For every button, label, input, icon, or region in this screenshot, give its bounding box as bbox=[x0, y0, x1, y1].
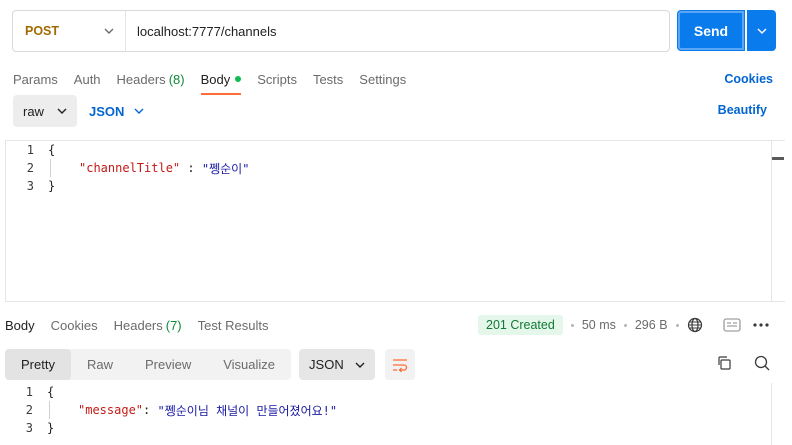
search-icon[interactable] bbox=[754, 355, 770, 371]
response-time[interactable]: 50 ms bbox=[582, 318, 616, 332]
response-format-value: JSON bbox=[309, 357, 344, 372]
tab-label: Test Results bbox=[197, 317, 269, 333]
line-number: 2 bbox=[25, 403, 33, 417]
chevron-down-icon bbox=[99, 28, 119, 34]
wrap-lines-icon bbox=[393, 358, 408, 372]
line-number: 1 bbox=[25, 385, 33, 399]
close-brace: } bbox=[47, 421, 55, 435]
chevron-down-icon bbox=[757, 28, 766, 34]
tab-scripts[interactable]: Scripts bbox=[257, 68, 297, 90]
url-input[interactable]: localhost:7777/channels bbox=[126, 24, 669, 39]
chevron-down-icon bbox=[355, 362, 365, 368]
body-format-value: JSON bbox=[89, 103, 125, 119]
response-actions bbox=[716, 355, 770, 371]
tab-response-body[interactable]: Body bbox=[5, 317, 35, 333]
tab-params[interactable]: Params bbox=[13, 68, 58, 90]
line-number: 3 bbox=[26, 179, 34, 193]
json-key: "message" bbox=[78, 403, 144, 417]
indent-guide bbox=[49, 401, 78, 419]
body-format-select[interactable]: JSON bbox=[89, 104, 144, 119]
tab-label: Body bbox=[5, 317, 35, 333]
body-indicator-dot bbox=[235, 76, 242, 82]
tab-label: Cookies bbox=[50, 317, 98, 333]
body-type-select[interactable]: raw bbox=[13, 95, 77, 127]
tab-response-headers[interactable]: Headers (7) bbox=[113, 317, 182, 333]
more-options-icon[interactable] bbox=[752, 323, 769, 327]
separator-dot bbox=[623, 323, 627, 327]
code-line: 2 "message" : "쩽순이님 채널이 만들어졌어요!" bbox=[5, 401, 785, 419]
send-options-button[interactable] bbox=[747, 10, 776, 51]
view-option-preview[interactable]: Preview bbox=[129, 349, 207, 380]
tab-label: Auth bbox=[73, 71, 101, 87]
tab-label: Settings bbox=[359, 71, 407, 87]
send-group: Send bbox=[677, 10, 776, 51]
tab-label: Body bbox=[200, 71, 231, 87]
tab-response-cookies[interactable]: Cookies bbox=[50, 317, 98, 333]
tab-headers[interactable]: Headers (8) bbox=[117, 68, 185, 90]
response-format-select[interactable]: JSON bbox=[299, 349, 376, 380]
code-line: 1 { bbox=[5, 383, 785, 401]
request-tabs: Params Auth Headers (8) Body Scripts Test… bbox=[13, 68, 422, 95]
open-brace: { bbox=[47, 385, 55, 399]
json-value: "쩽순이" bbox=[201, 161, 250, 176]
save-response-icon[interactable] bbox=[722, 318, 741, 332]
code-line: 3 } bbox=[6, 177, 785, 195]
cookies-link[interactable]: Cookies bbox=[724, 68, 773, 90]
json-colon: : bbox=[180, 161, 202, 175]
response-view-row: Pretty Raw Preview Visualize JSON bbox=[5, 349, 416, 380]
indent-guide bbox=[50, 159, 79, 177]
beautify-button[interactable]: Beautify bbox=[718, 103, 767, 117]
separator-dot bbox=[675, 323, 679, 327]
line-number: 2 bbox=[26, 161, 34, 175]
tab-body[interactable]: Body bbox=[200, 68, 242, 95]
code-line: 3 } bbox=[5, 419, 785, 437]
json-colon: : bbox=[143, 403, 158, 417]
send-button[interactable]: Send bbox=[677, 10, 745, 51]
request-url-bar: POST localhost:7777/channels bbox=[12, 10, 670, 52]
chevron-down-icon bbox=[57, 108, 67, 114]
response-status-area: 201 Created 50 ms 296 B bbox=[478, 315, 769, 335]
response-tabs: Body Cookies Headers (7) Test Results bbox=[5, 317, 284, 333]
view-option-visualize[interactable]: Visualize bbox=[207, 349, 291, 380]
response-body-viewer[interactable]: 1 { 2 "message" : "쩽순이님 채널이 만들어졌어요!" 3 } bbox=[5, 383, 785, 445]
globe-icon[interactable] bbox=[687, 317, 703, 333]
status-badge[interactable]: 201 Created bbox=[478, 315, 563, 335]
view-option-pretty[interactable]: Pretty bbox=[5, 349, 71, 380]
view-option-raw[interactable]: Raw bbox=[71, 349, 129, 380]
request-body-editor[interactable]: 1 { 2 "channelTitle" : "쩽순이" 3 } bbox=[5, 140, 785, 302]
method-select[interactable]: POST bbox=[13, 11, 126, 51]
line-number: 1 bbox=[26, 143, 34, 157]
scrollbar-thumb[interactable] bbox=[772, 157, 784, 160]
tab-tests[interactable]: Tests bbox=[313, 68, 343, 90]
response-view-toggle: Pretty Raw Preview Visualize bbox=[5, 349, 292, 380]
tab-settings[interactable]: Settings bbox=[359, 68, 406, 90]
separator-dot bbox=[570, 323, 574, 327]
method-value: POST bbox=[25, 24, 60, 38]
line-number: 3 bbox=[25, 421, 33, 435]
response-scrollbar[interactable] bbox=[771, 383, 785, 445]
open-brace: { bbox=[48, 143, 56, 157]
body-mode-row: raw JSON bbox=[13, 95, 144, 127]
close-brace: } bbox=[48, 179, 56, 193]
editor-scrollbar[interactable] bbox=[771, 141, 785, 301]
json-key: "channelTitle" bbox=[79, 161, 181, 175]
tab-auth[interactable]: Auth bbox=[74, 68, 101, 90]
headers-count: (7) bbox=[165, 317, 182, 333]
code-line: 2 "channelTitle" : "쩽순이" bbox=[6, 159, 785, 177]
json-value: "쩽순이님 채널이 만들어졌어요!" bbox=[157, 403, 338, 418]
body-type-value: raw bbox=[23, 103, 44, 119]
chevron-down-icon bbox=[134, 108, 144, 114]
tab-label: Headers bbox=[113, 317, 163, 333]
copy-icon[interactable] bbox=[716, 355, 732, 371]
headers-count: (8) bbox=[168, 71, 185, 87]
tab-label: Params bbox=[13, 71, 58, 87]
wrap-lines-button[interactable] bbox=[385, 349, 416, 380]
tab-test-results[interactable]: Test Results bbox=[197, 317, 269, 333]
tab-label: Tests bbox=[312, 71, 344, 87]
response-size[interactable]: 296 B bbox=[635, 318, 668, 332]
tab-label: Scripts bbox=[257, 71, 297, 87]
tab-label: Headers bbox=[116, 71, 166, 87]
code-line: 1 { bbox=[6, 141, 785, 159]
